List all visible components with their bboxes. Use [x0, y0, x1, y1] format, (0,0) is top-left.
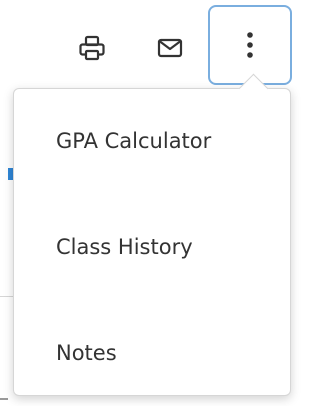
printer-icon — [79, 35, 105, 61]
menu-item-notes[interactable]: Notes — [14, 323, 290, 383]
background-divider — [0, 296, 13, 297]
menu-item-gpa-calculator[interactable]: GPA Calculator — [14, 111, 290, 171]
envelope-icon — [157, 38, 183, 58]
vertical-ellipsis-icon — [247, 32, 253, 58]
menu-item-class-history[interactable]: Class History — [14, 217, 290, 277]
more-options-menu: GPA Calculator Class History Notes — [13, 88, 291, 396]
more-options-button[interactable] — [208, 5, 292, 85]
email-button[interactable] — [150, 28, 190, 68]
background-fragment — [0, 398, 8, 400]
page: GPA Calculator Class History Notes — [0, 0, 294, 406]
print-button[interactable] — [72, 28, 112, 68]
